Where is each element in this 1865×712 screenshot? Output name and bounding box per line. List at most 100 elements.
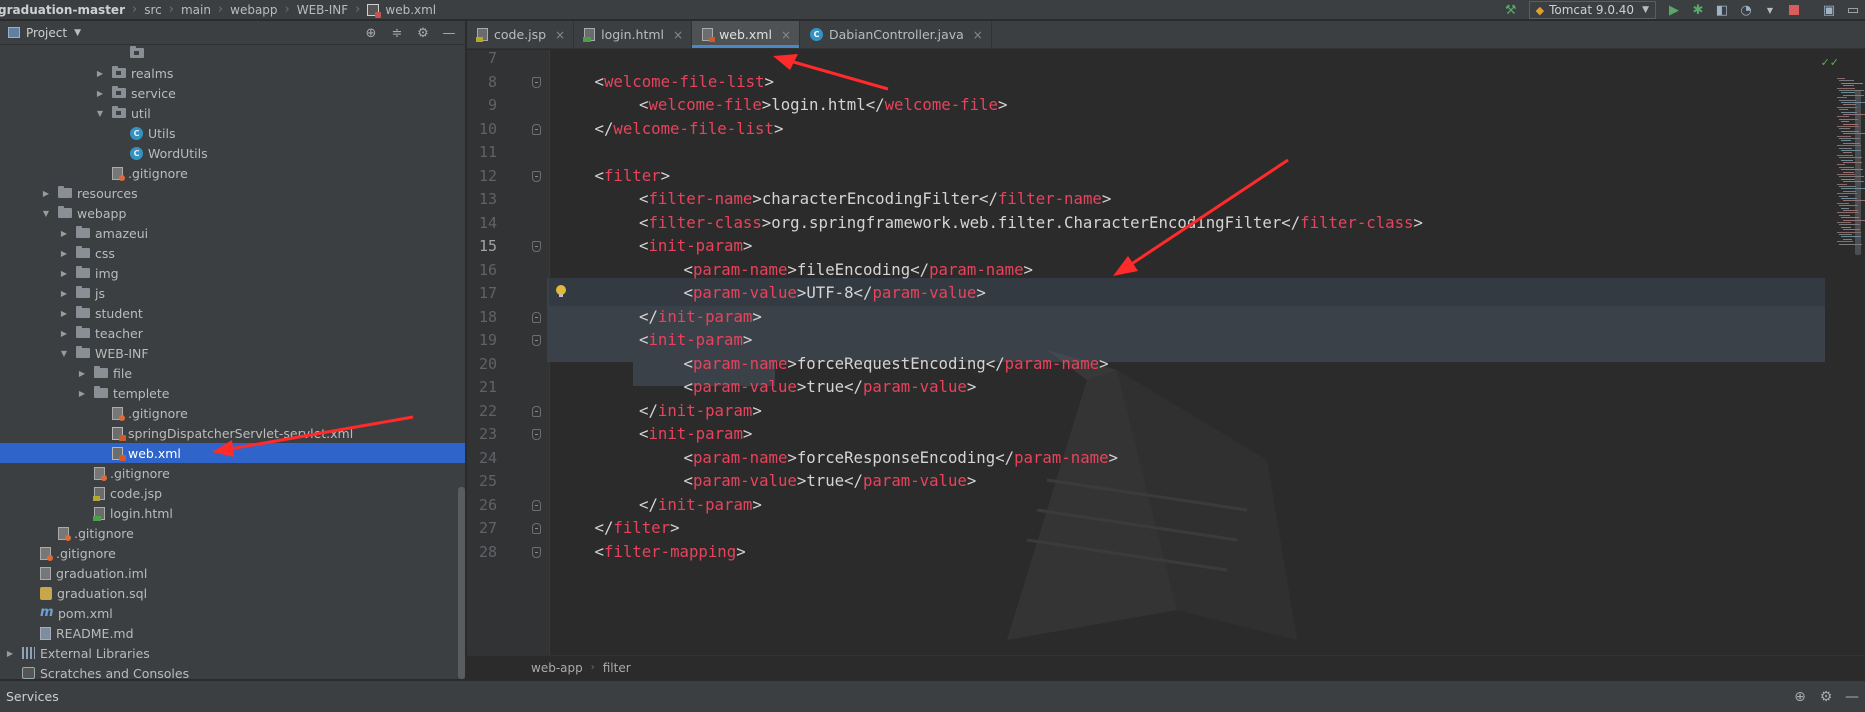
locate-icon[interactable]: ⊕ [361,26,381,41]
tree-item-gitignore[interactable]: ▶.gitignore [0,463,465,483]
collapse-arrow-icon[interactable]: ▶ [58,249,70,258]
crumb-webapp[interactable]: webapp [228,3,279,17]
tree-item-web-xml[interactable]: ▶web.xml [0,443,465,463]
tab-code-jsp[interactable]: code.jsp × [467,21,575,48]
terminal-icon[interactable]: ▭ [1844,1,1862,19]
crumb-web-inf[interactable]: WEB-INF [295,3,350,17]
tree-item-gitignore[interactable]: ▶.gitignore [0,403,465,423]
fold-marker-icon[interactable] [532,335,541,346]
collapse-arrow-icon[interactable]: ▶ [4,649,16,658]
collapse-arrow-icon[interactable]: ▶ [94,89,106,98]
fold-marker-icon[interactable] [532,123,541,135]
tree-item-pom-xml[interactable]: ▶mpom.xml [0,603,465,623]
collapse-arrow-icon[interactable]: ▶ [58,269,70,278]
tree-item-package[interactable]: ▶ [0,43,465,63]
tree-item-utils[interactable]: ▶CUtils [0,123,465,143]
tab-web-xml[interactable]: web.xml × [692,21,801,48]
tree-item-student[interactable]: ▶ student [0,303,465,323]
gear-icon[interactable]: ⚙ [1813,689,1839,705]
tree-item-webapp[interactable]: ▼ webapp [0,203,465,223]
crumb-main[interactable]: main [179,3,213,17]
fold-marker-icon[interactable] [532,499,541,511]
tree-item-graduation-sql[interactable]: ▶graduation.sql [0,583,465,603]
debug-icon[interactable]: ✱ [1689,1,1707,19]
tree-item-service[interactable]: ▶ service [0,83,465,103]
hammer-icon[interactable]: ⚒ [1502,1,1520,19]
fold-marker-icon[interactable] [532,429,541,440]
fold-marker-icon[interactable] [532,546,541,558]
close-icon[interactable]: × [555,28,565,42]
collapse-arrow-icon[interactable]: ▶ [94,69,106,78]
profile-icon[interactable]: ◔ [1737,1,1755,19]
tree-item-graduation-iml[interactable]: ▶graduation.iml [0,563,465,583]
chevron-down-icon[interactable]: ▼ [1761,1,1779,19]
collapse-arrow-icon[interactable]: ▶ [76,369,88,378]
stop-icon[interactable] [1785,1,1803,19]
collapse-arrow-icon[interactable]: ▶ [40,189,52,198]
close-icon[interactable]: × [781,28,791,42]
chevron-down-icon[interactable]: ▼ [74,28,81,38]
tree-item-readme-md[interactable]: ▶README.md [0,623,465,643]
expand-arrow-icon[interactable]: ▼ [40,209,52,218]
services-tab[interactable]: Services [6,689,59,704]
collapse-arrow-icon[interactable]: ▶ [58,229,70,238]
tree-item-login-html[interactable]: ▶login.html [0,503,465,523]
xml-bracket: > [742,330,753,349]
tree-item-resources[interactable]: ▶ resources [0,183,465,203]
close-icon[interactable]: × [673,28,683,42]
gear-icon[interactable]: ⚙ [413,26,433,41]
tree-item-js[interactable]: ▶ js [0,283,465,303]
collapse-arrow-icon[interactable]: ▶ [58,309,70,318]
tree-item-springdispatcherservlet-servlet-xml[interactable]: ▶springDispatcherServlet-servlet.xml [0,423,465,443]
crumb-src[interactable]: src [142,3,164,17]
hide-icon[interactable]: — [1839,689,1865,705]
intention-bulb-icon[interactable] [556,285,566,298]
locate-icon[interactable]: ⊕ [1787,689,1813,705]
tree-item-util[interactable]: ▼ util [0,103,465,123]
tab-dabiancontroller-java[interactable]: C DabianController.java × [800,21,992,48]
tree-item-gitignore[interactable]: ▶.gitignore [0,543,465,563]
tree-item-css[interactable]: ▶ css [0,243,465,263]
expand-arrow-icon[interactable]: ▼ [58,349,70,358]
code-editor[interactable]: 7 8 9 10 11 12 13 14 15 16 17 18 19 20 21 22 23 24 25 26 27 2… [467,50,1865,655]
tree-item-templete[interactable]: ▶ templete [0,383,465,403]
fold-marker-icon[interactable] [532,311,541,323]
run-icon[interactable]: ▶ [1665,1,1683,19]
inspection-ok-icon[interactable]: ✓✓ [1821,56,1839,69]
tree-item-code-jsp[interactable]: ▶code.jsp [0,483,465,503]
collapse-arrow-icon[interactable]: ▶ [76,389,88,398]
tree-item-web-inf[interactable]: ▼ WEB-INF [0,343,465,363]
fold-marker-icon[interactable] [532,76,541,88]
fold-marker-icon[interactable] [532,523,541,534]
tree-item-img[interactable]: ▶ img [0,263,465,283]
collapse-all-icon[interactable]: ≑ [387,26,407,41]
project-structure-icon[interactable]: ▣ [1820,1,1838,19]
hide-icon[interactable]: — [439,26,459,41]
tree-item-amazeui[interactable]: ▶ amazeui [0,223,465,243]
fold-marker-icon[interactable] [532,405,541,417]
tab-login-html[interactable]: login.html × [574,21,693,48]
tree-item-teacher[interactable]: ▶ teacher [0,323,465,343]
editor-scrollbar-minimap[interactable]: ✓✓ [1821,50,1865,655]
project-tree-scrollbar[interactable] [458,487,465,679]
tree-item-scratches-and-consoles[interactable]: ▶Scratches and Consoles [0,663,465,679]
run-configuration-select[interactable]: ◆ Tomcat 9.0.40 ▼ [1528,1,1656,19]
fold-marker-icon[interactable] [532,241,541,252]
tree-item-gitignore[interactable]: ▶.gitignore [0,163,465,183]
fold-marker-icon[interactable] [532,170,541,182]
tree-item-realms[interactable]: ▶ realms [0,63,465,83]
coverage-icon[interactable]: ◧ [1713,1,1731,19]
crumb-web-xml[interactable]: web.xml [383,3,438,17]
close-icon[interactable]: × [973,28,983,42]
expand-arrow-icon[interactable]: ▼ [94,109,106,118]
tree-item-wordutils[interactable]: ▶CWordUtils [0,143,465,163]
collapse-arrow-icon[interactable]: ▶ [58,289,70,298]
crumb-project[interactable]: graduation-master [0,3,127,17]
tree-item-external-libraries[interactable]: ▶ External Libraries [0,643,465,663]
collapse-arrow-icon[interactable]: ▶ [58,329,70,338]
breadcrumb-web-app[interactable]: web-app [531,661,583,675]
tree-item-gitignore[interactable]: ▶.gitignore [0,523,465,543]
project-view-selector[interactable]: Project [26,26,67,40]
tree-item-file[interactable]: ▶ file [0,363,465,383]
breadcrumb-filter[interactable]: filter [603,661,631,675]
